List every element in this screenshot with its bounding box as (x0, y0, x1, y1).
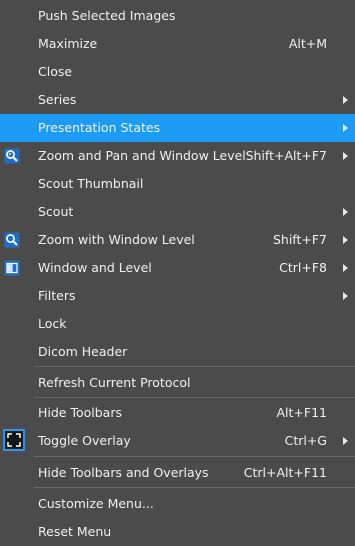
menu-item-presentation-states[interactable]: Presentation States (0, 114, 355, 142)
menu-item-label: Dicom Header (38, 344, 128, 359)
menu-item-label: Customize Menu... (38, 496, 154, 511)
menu-item-maximize[interactable]: Maximize Alt+M (0, 30, 355, 58)
menu-item-label: Scout Thumbnail (38, 176, 144, 191)
menu-item-shortcut: Ctrl+Alt+F11 (243, 465, 327, 480)
menu-item-label: Toggle Overlay (38, 433, 131, 448)
menu-item-label: Push Selected Images (38, 8, 176, 23)
menu-item-push-selected-images[interactable]: Push Selected Images (0, 2, 355, 30)
menu-item-label: Refresh Current Protocol (38, 375, 191, 390)
menu-separator (34, 366, 355, 367)
menu-item-label: Reset Menu (38, 524, 112, 539)
menu-item-scout-thumbnail[interactable]: Scout Thumbnail (0, 170, 355, 198)
menu-item-label: Zoom with Window Level (38, 232, 195, 247)
menu-item-label: Close (38, 64, 73, 79)
menu-item-label: Window and Level (38, 260, 152, 275)
menu-item-window-and-level[interactable]: Window and Level Ctrl+F8 (0, 254, 355, 282)
menu-item-zoom-window-level[interactable]: Zoom with Window Level Shift+F7 (0, 226, 355, 254)
menu-item-shortcut: Alt+M (288, 36, 327, 51)
menu-item-label: Scout (38, 204, 74, 219)
menu-item-toggle-overlay[interactable]: Toggle Overlay Ctrl+G (0, 427, 355, 455)
menu-item-hide-toolbars[interactable]: Hide Toolbars Alt+F11 (0, 399, 355, 427)
menu-item-shortcut: Alt+F11 (276, 405, 328, 420)
menu-item-label: Series (38, 92, 77, 107)
menu-item-shortcut: Shift+F7 (272, 232, 327, 247)
menu-item-shortcut: Shift+Alt+F7 (245, 148, 327, 163)
menu-item-customize-menu[interactable]: Customize Menu... (0, 490, 355, 518)
menu-item-label: Hide Toolbars (38, 405, 122, 420)
menu-item-refresh-current-protocol[interactable]: Refresh Current Protocol (0, 369, 355, 397)
zoom-pan-window-level-icon (4, 148, 20, 164)
submenu-arrow-icon (343, 437, 348, 445)
menu-item-series[interactable]: Series (0, 86, 355, 114)
menu-item-zoom-pan-window-level[interactable]: Zoom and Pan and Window Level Shift+Alt+… (0, 142, 355, 170)
submenu-arrow-icon (343, 96, 348, 104)
submenu-arrow-icon (343, 124, 348, 132)
menu-separator (34, 456, 355, 457)
menu-item-label: Presentation States (38, 120, 161, 135)
submenu-arrow-icon (343, 264, 348, 272)
submenu-arrow-icon (343, 152, 348, 160)
toggle-overlay-icon (3, 429, 25, 451)
menu-item-label: Lock (38, 316, 67, 331)
menu-item-reset-menu[interactable]: Reset Menu (0, 518, 355, 546)
menu-item-filters[interactable]: Filters (0, 282, 355, 310)
submenu-arrow-icon (343, 236, 348, 244)
submenu-arrow-icon (343, 208, 348, 216)
menu-item-lock[interactable]: Lock (0, 310, 355, 338)
submenu-arrow-icon (343, 292, 348, 300)
menu-item-close[interactable]: Close (0, 58, 355, 86)
menu-item-label: Hide Toolbars and Overlays (38, 465, 209, 480)
menu-item-label: Zoom and Pan and Window Level (38, 148, 246, 163)
menu-item-shortcut: Ctrl+F8 (279, 260, 327, 275)
menu-item-scout[interactable]: Scout (0, 198, 355, 226)
menu-item-label: Maximize (38, 36, 98, 51)
menu-item-hide-toolbars-and-overlays[interactable]: Hide Toolbars and Overlays Ctrl+Alt+F11 (0, 459, 355, 487)
context-menu: Push Selected Images Maximize Alt+M Clos… (0, 0, 355, 545)
menu-item-dicom-header[interactable]: Dicom Header (0, 338, 355, 366)
menu-separator (34, 487, 355, 488)
zoom-window-level-icon (4, 232, 20, 248)
menu-item-label: Filters (38, 288, 76, 303)
menu-item-shortcut: Ctrl+G (284, 433, 327, 448)
window-level-icon (4, 260, 20, 276)
menu-separator (34, 397, 355, 398)
